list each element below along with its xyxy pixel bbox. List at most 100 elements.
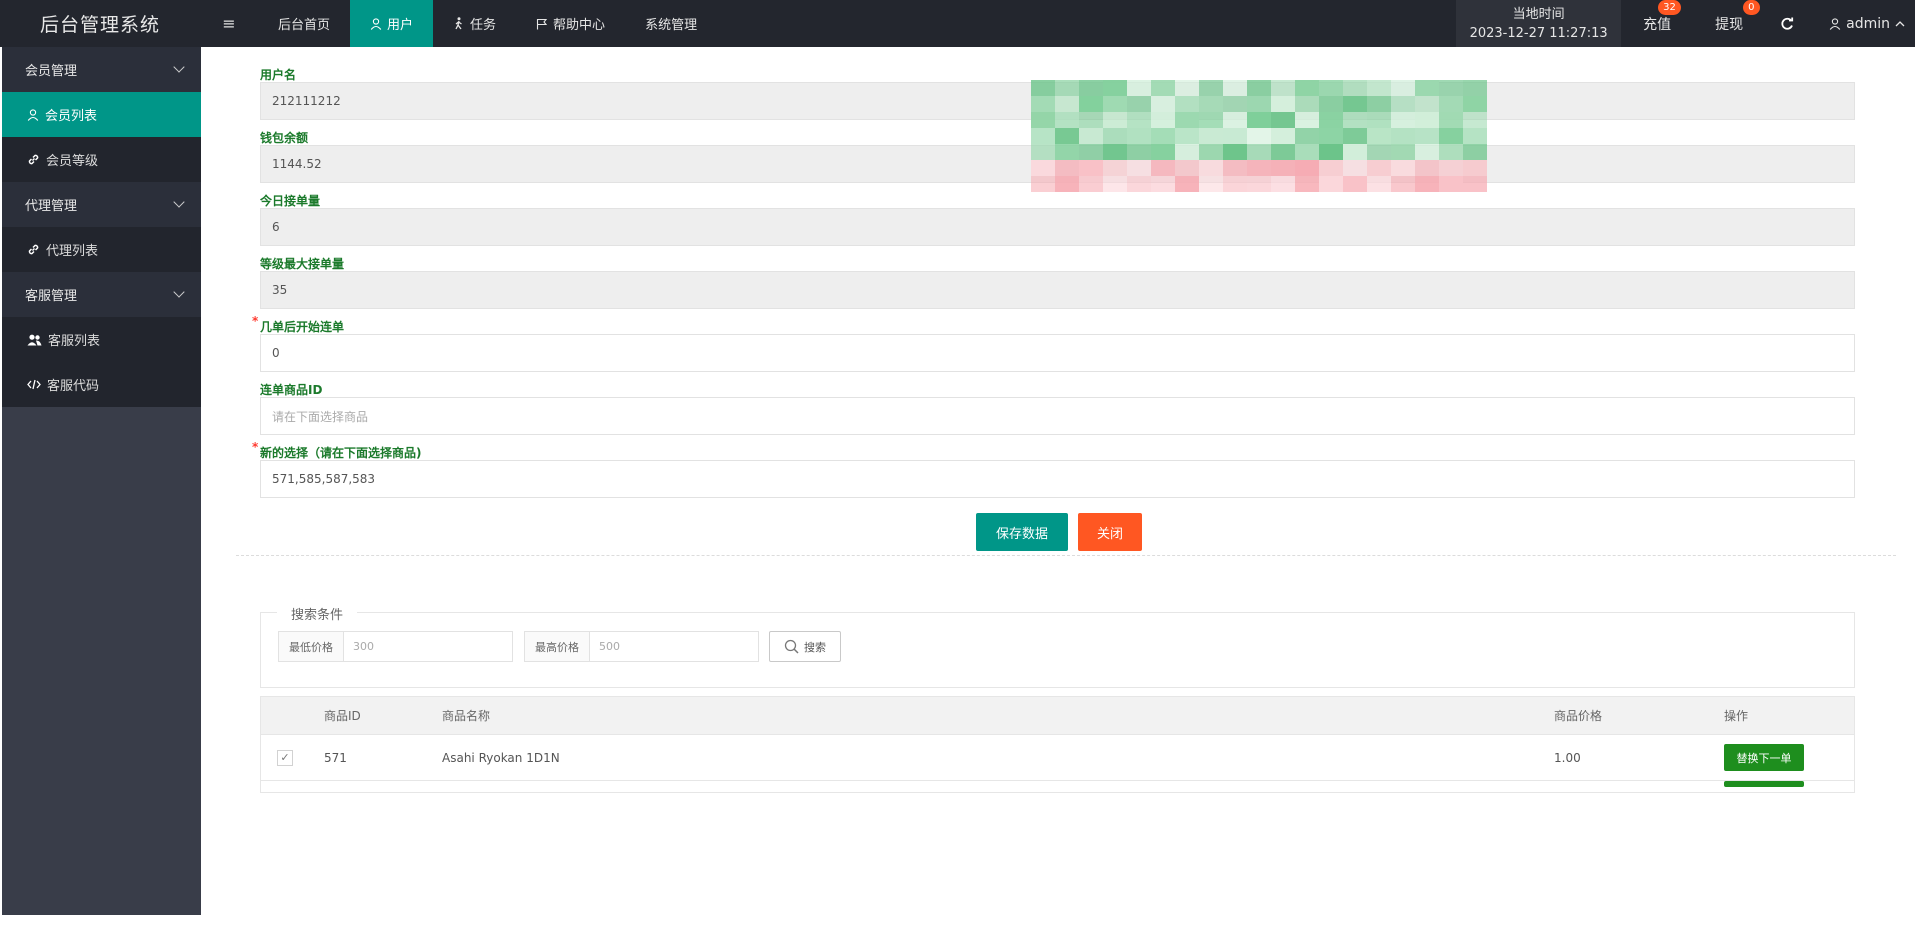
admin-menu[interactable]: admin xyxy=(1809,0,1915,47)
censor-pixel xyxy=(1055,160,1079,176)
censor-pixel xyxy=(1031,112,1055,128)
recharge-label: 充值 xyxy=(1643,16,1672,33)
censor-pixel xyxy=(1439,112,1463,128)
sidebar-toggle-icon[interactable]: ≡ xyxy=(200,0,258,47)
sidebar-group-support[interactable]: 客服管理 xyxy=(2,272,201,317)
censor-pixel xyxy=(1127,80,1151,96)
flag-icon xyxy=(536,18,548,29)
withdraw-badge: 0 xyxy=(1743,0,1760,15)
censor-pixel xyxy=(1271,80,1295,96)
nav-tasks[interactable]: 任务 xyxy=(433,0,516,47)
link-icon xyxy=(28,244,39,255)
censor-pixel xyxy=(1343,128,1367,144)
censor-pixel xyxy=(1247,128,1271,144)
withdraw-label: 提现 xyxy=(1715,16,1744,33)
header-product-id: 商品ID xyxy=(324,709,361,723)
replace-next-order-button[interactable] xyxy=(1724,781,1804,787)
link-icon xyxy=(28,154,39,165)
sidebar-item-label: 会员等级 xyxy=(46,154,99,169)
save-button[interactable]: 保存数据 xyxy=(976,513,1068,551)
withdraw-link[interactable]: 提现 0 xyxy=(1693,0,1765,47)
censor-pixel xyxy=(1439,144,1463,160)
censor-pixel xyxy=(1175,96,1199,112)
censor-pixel xyxy=(1319,112,1343,128)
censor-pixel xyxy=(1103,160,1127,176)
required-mark: * xyxy=(252,314,259,328)
sidebar-item-label: 客服代码 xyxy=(47,379,100,394)
censor-pixel xyxy=(1079,128,1103,144)
censor-pixel xyxy=(1439,80,1463,96)
min-price-input[interactable]: 300 xyxy=(344,632,512,661)
censor-pixel xyxy=(1247,112,1271,128)
sidebar-item-member-level[interactable]: 会员等级 xyxy=(2,137,201,182)
sidebar-item-agent-list[interactable]: 代理列表 xyxy=(2,227,201,272)
censor-pixel xyxy=(1391,112,1415,128)
censor-pixel xyxy=(1319,144,1343,160)
max-orders-field: 35 xyxy=(260,271,1855,309)
nav-users[interactable]: 用户 xyxy=(350,0,434,47)
censor-pixel xyxy=(1415,128,1439,144)
censor-pixel xyxy=(1319,128,1343,144)
sidebar-item-label: 会员列表 xyxy=(45,109,98,124)
row-checkbox[interactable]: ✓ xyxy=(277,749,293,766)
censor-pixel xyxy=(1103,176,1127,192)
replace-next-order-button[interactable]: 替换下一单 xyxy=(1724,744,1804,771)
censor-pixel xyxy=(1271,96,1295,112)
sidebar-item-support-code[interactable]: 客服代码 xyxy=(2,362,201,407)
censor-pixel xyxy=(1199,96,1223,112)
censor-pixel xyxy=(1151,80,1175,96)
sidebar-group-members[interactable]: 会员管理 xyxy=(2,47,201,92)
censor-pixel xyxy=(1079,176,1103,192)
censor-pixel xyxy=(1151,128,1175,144)
censor-pixel xyxy=(1439,176,1463,192)
product-id-input[interactable]: 请在下面选择商品 xyxy=(260,397,1855,435)
refresh-icon[interactable] xyxy=(1765,0,1809,47)
censor-pixel xyxy=(1175,144,1199,160)
censor-pixel xyxy=(1055,96,1079,112)
table-header: 商品ID 商品名称 商品价格 操作 xyxy=(260,696,1855,735)
local-time-label: 当地时间 xyxy=(1512,6,1565,22)
max-orders-label: 等级最大接单量 xyxy=(260,257,345,271)
sidebar-group-agents[interactable]: 代理管理 xyxy=(2,182,201,227)
censor-pixel xyxy=(1223,160,1247,176)
nav-users-label: 用户 xyxy=(387,18,414,33)
sidebar-item-member-list[interactable]: 会员列表 xyxy=(2,92,201,137)
max-price-input[interactable]: 500 xyxy=(590,632,758,661)
nav-help[interactable]: 帮助中心 xyxy=(516,0,625,47)
censor-pixel xyxy=(1319,80,1343,96)
search-legend: 搜索条件 xyxy=(277,604,358,623)
censor-pixel xyxy=(1223,144,1247,160)
censor-pixel xyxy=(1391,160,1415,176)
walk-icon xyxy=(455,17,462,30)
censor-pixel xyxy=(1271,160,1295,176)
admin-username: admin xyxy=(1846,15,1890,32)
chevron-up-icon xyxy=(1895,20,1905,26)
today-orders-label: 今日接单量 xyxy=(260,194,321,208)
sidebar-item-support-list[interactable]: 客服列表 xyxy=(2,317,201,362)
censor-pixel xyxy=(1151,144,1175,160)
max-price-label: 最高价格 xyxy=(525,632,590,661)
censor-pixel xyxy=(1367,112,1391,128)
nav-help-label: 帮助中心 xyxy=(553,18,606,33)
user-icon xyxy=(1829,17,1841,30)
censor-pixel xyxy=(1391,176,1415,192)
censor-pixel xyxy=(1103,128,1127,144)
start-after-input[interactable]: 0 xyxy=(260,334,1855,372)
censor-pixel xyxy=(1295,160,1319,176)
sidebar-item-label: 客服列表 xyxy=(48,334,101,349)
nav-system-label: 系统管理 xyxy=(645,18,698,33)
header-action: 操作 xyxy=(1724,709,1749,723)
new-selection-input[interactable]: 571,585,587,583 xyxy=(260,460,1855,498)
local-time-value: 2023-12-27 11:27:13 xyxy=(1469,25,1608,41)
censor-pixel xyxy=(1415,96,1439,112)
balance-label: 钱包余额 xyxy=(260,131,309,145)
close-button[interactable]: 关闭 xyxy=(1078,513,1142,551)
censor-pixel xyxy=(1079,160,1103,176)
recharge-link[interactable]: 充值 32 xyxy=(1621,0,1693,47)
censor-pixel xyxy=(1415,160,1439,176)
search-button[interactable]: 搜索 xyxy=(769,631,841,662)
censor-pixel xyxy=(1367,128,1391,144)
nav-home[interactable]: 后台首页 xyxy=(258,0,350,47)
censor-pixel xyxy=(1439,128,1463,144)
nav-system[interactable]: 系统管理 xyxy=(625,0,717,47)
